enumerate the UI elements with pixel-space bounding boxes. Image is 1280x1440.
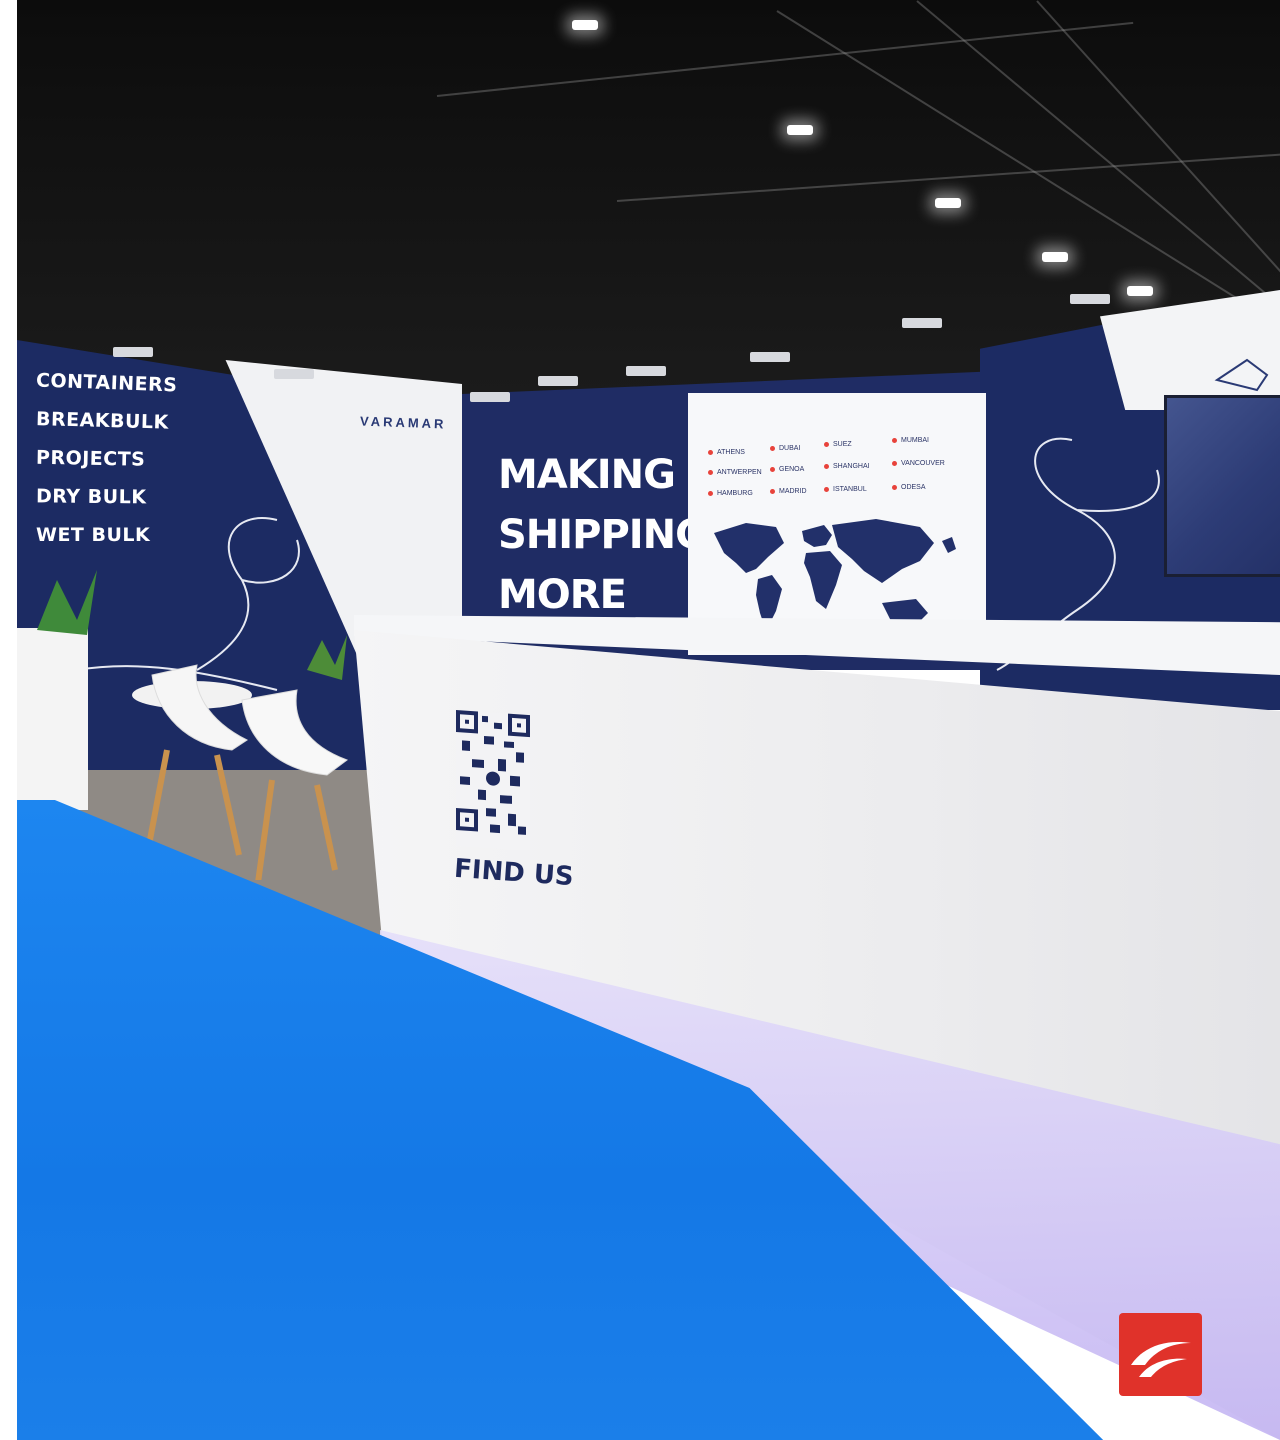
swoosh-logo-icon [1119, 1313, 1202, 1396]
office-label: ATHENS [708, 449, 745, 456]
ceiling-light [935, 198, 961, 208]
service-item: CONTAINERS [35, 369, 178, 397]
slogan-line: SHIPPING [498, 512, 708, 558]
slogan: MAKING SHIPPING MORE [498, 445, 708, 625]
slogan-line: MORE [498, 572, 627, 618]
ceiling-light [787, 125, 813, 135]
qr-code-icon [456, 710, 530, 850]
display-screen [1164, 395, 1280, 577]
exhibition-booth-photo: CONTAINERS BREAKBULK PROJECTS DRY BULK W… [0, 0, 1280, 1440]
service-item: BREAKBULK [35, 408, 170, 434]
ceiling-light [572, 20, 598, 30]
service-item: PROJECTS [35, 446, 146, 471]
ceiling-truss [436, 21, 1134, 97]
left-margin [0, 0, 17, 1440]
office-label: ISTANBUL [824, 486, 867, 493]
service-item: DRY BULK [35, 485, 147, 509]
office-label: HAMBURG [708, 490, 753, 497]
office-label: DUBAI [770, 445, 800, 452]
office-label: VANCOUVER [892, 460, 945, 467]
spotlight-icon [902, 318, 942, 328]
office-label: SHANGHAI [824, 463, 870, 470]
ceiling-light [1042, 252, 1068, 262]
ceiling-light [1127, 286, 1153, 296]
services-list: CONTAINERS BREAKBULK PROJECTS DRY BULK W… [35, 369, 178, 562]
office-label: MADRID [770, 488, 807, 495]
office-label: ODESA [892, 484, 926, 491]
slogan-line: MAKING [498, 452, 676, 498]
spotlight-icon [1070, 294, 1110, 304]
brand-name: VARAMAR [359, 413, 447, 432]
office-label: SUEZ [824, 441, 852, 448]
ceiling-truss [916, 0, 1280, 324]
office-map-panel: ATHENS DUBAI SUEZ MUMBAI ANTWERPEN GENOA… [688, 393, 986, 655]
office-label: ANTWERPEN [708, 469, 762, 476]
office-label: GENOA [770, 466, 804, 473]
office-label: MUMBAI [892, 437, 929, 444]
